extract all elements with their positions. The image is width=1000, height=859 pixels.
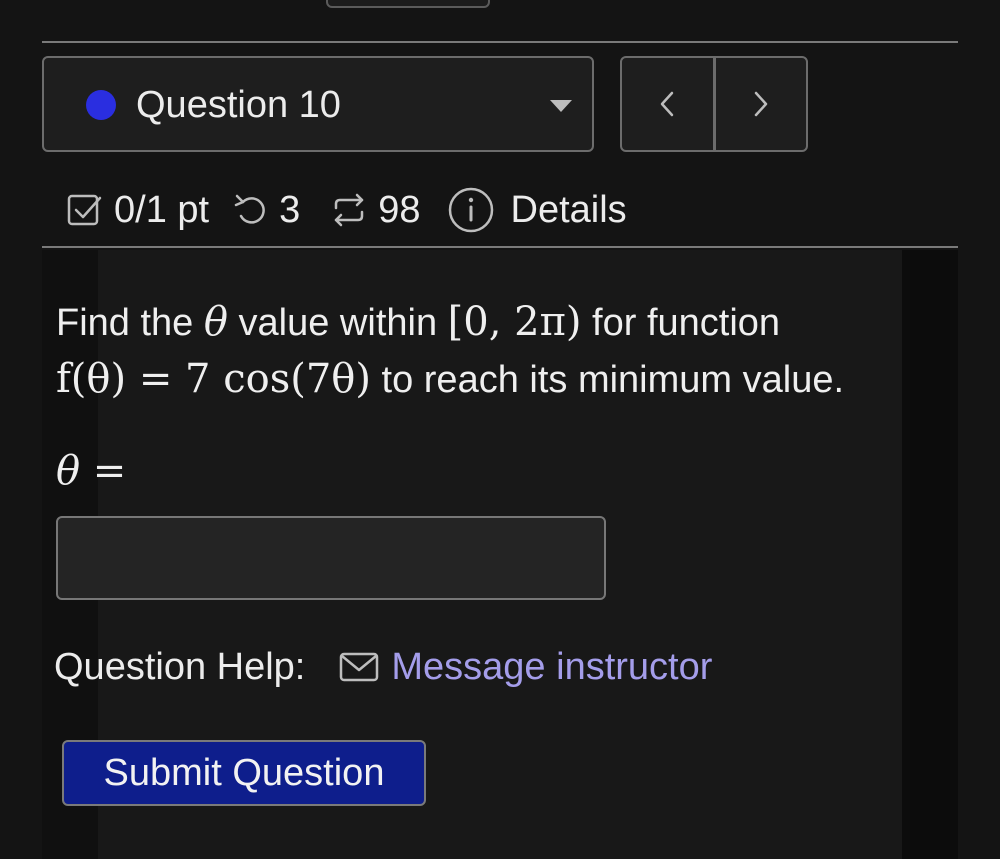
retries-count: 3 (279, 188, 301, 231)
problem-text-suffix: for function (592, 302, 781, 344)
problem-text-end: to reach its minimum value. (381, 359, 845, 401)
problem-text-mid: value within (238, 302, 438, 344)
page-right-band (902, 250, 958, 859)
next-question-button[interactable] (716, 58, 807, 150)
divider-mid (42, 246, 958, 248)
answer-input[interactable] (56, 516, 606, 600)
details-label: Details (510, 188, 627, 231)
attempts-count: 98 (378, 188, 421, 231)
info-icon (448, 187, 493, 233)
repeat-icon (334, 193, 364, 227)
caret-down-icon (550, 100, 572, 112)
checkbox-icon (67, 194, 102, 226)
answer-label: θ = (56, 448, 127, 494)
question-meta: 0/1 pt 3 98 Details (66, 180, 627, 240)
submit-question-button[interactable]: Submit Question (62, 740, 426, 806)
envelope-icon (340, 652, 379, 682)
math-theta: θ (203, 299, 228, 345)
undo-icon (234, 194, 265, 224)
chevron-left-icon (661, 91, 674, 117)
previous-question-button[interactable] (622, 58, 716, 150)
score-text: 0/1 pt (114, 188, 210, 231)
math-interval: [0, 2π) (447, 299, 582, 345)
divider-top (42, 41, 958, 43)
question-body: Find the θ value within [0, 2π) for func… (42, 250, 902, 859)
problem-text-prefix: Find the (56, 302, 194, 344)
chevron-right-icon (754, 91, 767, 117)
message-instructor-link[interactable]: Message instructor (339, 646, 712, 689)
question-help: Question Help: Message instructor (54, 644, 712, 690)
retries-info: 3 (231, 189, 300, 232)
question-help-label: Question Help: (54, 645, 306, 688)
question-status-dot (86, 90, 116, 120)
attempts-info: 98 (328, 188, 421, 232)
top-tab-edge (326, 0, 490, 8)
question-select-label: Question 10 (136, 84, 341, 126)
question-nav (620, 56, 808, 152)
question-card: Find the θ value within [0, 2π) for func… (42, 250, 902, 859)
score-info: 0/1 pt (66, 189, 209, 232)
question-select[interactable]: Question 10 (42, 56, 594, 152)
details-toggle[interactable]: Details (447, 186, 627, 234)
message-instructor-label: Message instructor (391, 645, 713, 688)
problem-statement: Find the θ value within [0, 2π) for func… (56, 294, 902, 408)
math-function: f(θ) = 7 cos(7θ) (56, 356, 371, 402)
